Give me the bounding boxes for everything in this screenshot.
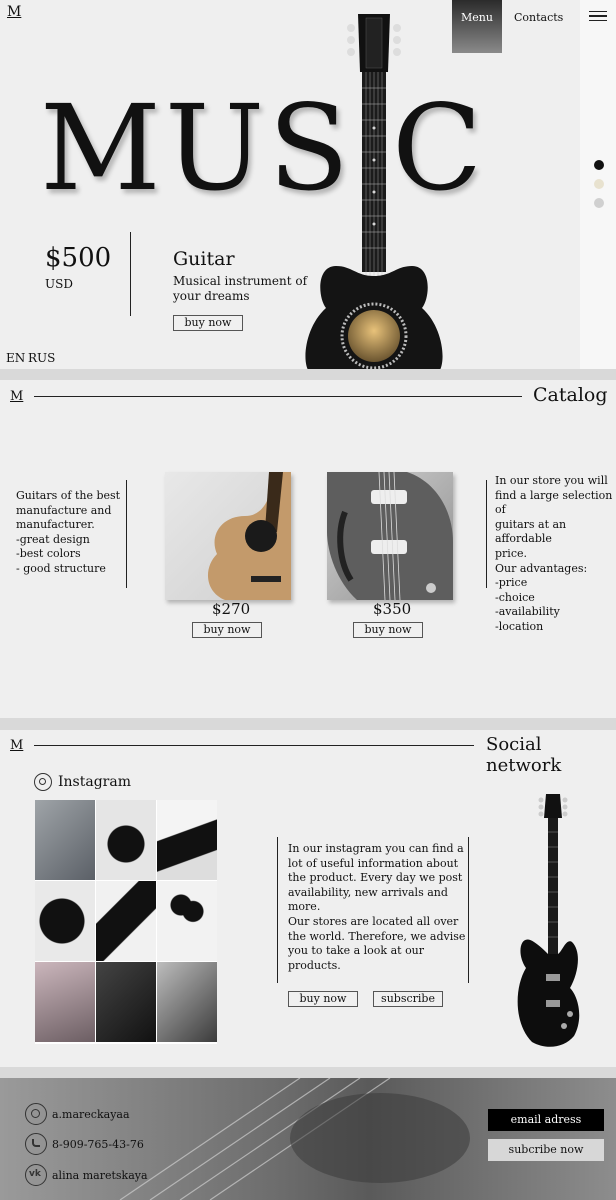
text-line: more. — [288, 900, 321, 914]
catalog-right-text: In our store you will find a large selec… — [495, 474, 616, 635]
footer-subscribe-button[interactable]: subcribe now — [488, 1139, 604, 1161]
instagram-post[interactable] — [96, 962, 156, 1042]
social-title: Social network — [486, 734, 562, 776]
lang-rus[interactable]: RUS — [28, 351, 55, 365]
catalog-header-line — [34, 396, 522, 397]
hero-divider — [130, 232, 131, 316]
product-name: Guitar — [173, 248, 235, 270]
text-line: Our advantages: — [495, 561, 588, 575]
hamburger-icon[interactable] — [589, 11, 607, 21]
product-image-acoustic[interactable] — [165, 472, 291, 600]
instagram-post[interactable] — [35, 962, 95, 1042]
instagram-post[interactable] — [96, 881, 156, 961]
menu-label: Menu — [461, 11, 493, 24]
text-line: -price — [495, 576, 528, 590]
menu-button[interactable]: Menu — [452, 0, 502, 53]
text-line: lot of useful information about — [288, 856, 459, 870]
footer-instagram-icon[interactable] — [25, 1103, 47, 1125]
text-line: Guitars of the best — [16, 489, 121, 502]
lang-en[interactable]: EN — [6, 351, 25, 365]
social-left-divider — [277, 837, 278, 983]
product-desc-line2: your dreams — [173, 289, 250, 303]
social-logo[interactable]: M — [10, 738, 23, 753]
catalog-title: Catalog — [533, 384, 608, 406]
catalog-section: M Catalog Guitars of the best manufactur… — [0, 380, 616, 718]
text-line: In our instagram you can find a — [288, 842, 464, 855]
text-line: -best colors — [16, 547, 81, 561]
instagram-label[interactable]: Instagram — [58, 774, 131, 790]
catalog-left-divider — [126, 480, 127, 588]
electric-guitar-image — [517, 794, 580, 1047]
social-subscribe-button[interactable]: subscribe — [373, 991, 443, 1007]
catalog-left-text: Guitars of the best manufacture and manu… — [16, 489, 126, 577]
social-section: M Social network Instagram In our instag… — [0, 730, 616, 1067]
catalog-logo[interactable]: M — [10, 389, 23, 404]
instagram-post[interactable] — [157, 800, 217, 880]
text-line: guitars at an affordable — [495, 517, 567, 546]
text-line: you to take a look at our — [288, 944, 425, 958]
product-buy-button-2[interactable]: buy now — [353, 622, 423, 638]
slide-dot-1[interactable] — [594, 160, 604, 170]
product-price-2: $350 — [373, 600, 412, 618]
text-line: -location — [495, 619, 544, 633]
text-line: Our stores are located all over — [288, 914, 459, 928]
slide-dot-3[interactable] — [594, 198, 604, 208]
footer: a.mareckayaa 8-909-765-43-76 vk alina ma… — [0, 1078, 616, 1200]
contacts-link[interactable]: Contacts — [514, 11, 563, 24]
social-right-divider — [468, 837, 469, 983]
email-input[interactable]: email adress — [488, 1109, 604, 1131]
product-price-1: $270 — [212, 600, 251, 618]
acoustic-guitar-image — [305, 14, 443, 369]
footer-whatsapp-icon[interactable] — [25, 1133, 47, 1155]
instagram-post[interactable] — [35, 800, 95, 880]
social-buy-button[interactable]: buy now — [288, 991, 358, 1007]
instagram-post[interactable] — [157, 881, 217, 961]
text-line: manufacturer. — [16, 518, 95, 532]
text-line: In our store you will — [495, 474, 608, 487]
catalog-right-divider — [486, 480, 487, 588]
text-line: -choice — [495, 590, 535, 604]
footer-instagram-text[interactable]: a.mareckayaa — [52, 1108, 130, 1121]
instagram-post[interactable] — [35, 881, 95, 961]
social-header-line — [34, 745, 474, 746]
text-line: availability, new arrivals and — [288, 885, 448, 899]
footer-vk-text[interactable]: alina maretskaya — [52, 1169, 148, 1182]
product-image-electric[interactable] — [327, 472, 453, 600]
hero-price: $500 — [45, 243, 112, 273]
slide-dot-2[interactable] — [594, 179, 604, 189]
text-line: find a large selection of — [495, 488, 613, 517]
product-desc-line1: Musical instrument of — [173, 274, 308, 288]
instagram-post[interactable] — [96, 800, 156, 880]
instagram-post[interactable] — [157, 962, 217, 1042]
text-line: manufacture and — [16, 503, 112, 517]
text-line: the world. Therefore, we advise — [288, 929, 466, 943]
text-line: products. — [288, 958, 341, 972]
instagram-grid — [35, 800, 217, 1044]
footer-vk-icon[interactable]: vk — [25, 1164, 47, 1186]
text-line: - good structure — [16, 561, 106, 575]
social-text: In our instagram you can find a lot of u… — [288, 842, 468, 973]
hero-buy-button[interactable]: buy now — [173, 315, 243, 331]
text-line: price. — [495, 546, 527, 560]
hero-currency: USD — [45, 277, 73, 291]
footer-whatsapp-text[interactable]: 8-909-765-43-76 — [52, 1138, 144, 1151]
product-buy-button-1[interactable]: buy now — [192, 622, 262, 638]
text-line: -great design — [16, 532, 90, 546]
instagram-icon[interactable] — [34, 773, 52, 791]
logo[interactable]: M — [7, 4, 21, 20]
text-line: -availability — [495, 605, 560, 619]
hero-section: M MUS C $500 USD Guitar Musical instrume… — [0, 0, 616, 369]
text-line: the product. Every day we post — [288, 871, 463, 885]
